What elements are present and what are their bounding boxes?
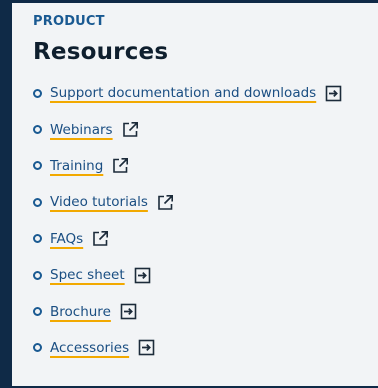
- bullet-icon: [33, 307, 42, 317]
- link-spec-sheet[interactable]: Spec sheet: [50, 267, 125, 283]
- resource-item-webinars: Webinars: [33, 111, 378, 147]
- arrow-into-box-icon[interactable]: [138, 339, 155, 356]
- section-title: Resources: [33, 39, 169, 65]
- link-support-docs[interactable]: Support documentation and downloads: [50, 85, 316, 101]
- external-link-icon[interactable]: [92, 230, 109, 247]
- resource-links-list: Support documentation and downloads Webi…: [33, 75, 378, 366]
- external-link-icon[interactable]: [112, 157, 129, 174]
- link-accessories[interactable]: Accessories: [50, 340, 129, 356]
- resource-item-support-docs: Support documentation and downloads: [33, 75, 378, 111]
- resource-item-accessories: Accessories: [33, 330, 378, 366]
- arrow-into-box-icon[interactable]: [134, 267, 151, 284]
- bullet-icon: [33, 88, 42, 98]
- page-frame: PRODUCT Resources Support documentation …: [0, 0, 378, 388]
- bullet-icon: [33, 197, 42, 207]
- link-brochure[interactable]: Brochure: [50, 304, 111, 320]
- bullet-icon: [33, 125, 42, 135]
- bullet-icon: [33, 234, 42, 244]
- resources-panel: PRODUCT Resources Support documentation …: [12, 3, 378, 386]
- resource-item-brochure: Brochure: [33, 293, 378, 329]
- bullet-icon: [33, 270, 42, 280]
- bullet-icon: [33, 161, 42, 171]
- link-faqs[interactable]: FAQs: [50, 231, 83, 247]
- external-link-icon[interactable]: [157, 194, 174, 211]
- arrow-into-box-icon[interactable]: [120, 303, 137, 320]
- link-video-tutorials[interactable]: Video tutorials: [50, 194, 148, 210]
- external-link-icon[interactable]: [122, 121, 139, 138]
- resource-item-training: Training: [33, 148, 378, 184]
- link-training[interactable]: Training: [50, 158, 103, 174]
- resource-item-faqs: FAQs: [33, 221, 378, 257]
- link-webinars[interactable]: Webinars: [50, 122, 113, 138]
- arrow-into-box-icon[interactable]: [325, 85, 342, 102]
- bullet-icon: [33, 343, 42, 353]
- section-eyebrow: PRODUCT: [33, 14, 105, 29]
- resource-item-video-tutorials: Video tutorials: [33, 184, 378, 220]
- resource-item-spec-sheet: Spec sheet: [33, 257, 378, 293]
